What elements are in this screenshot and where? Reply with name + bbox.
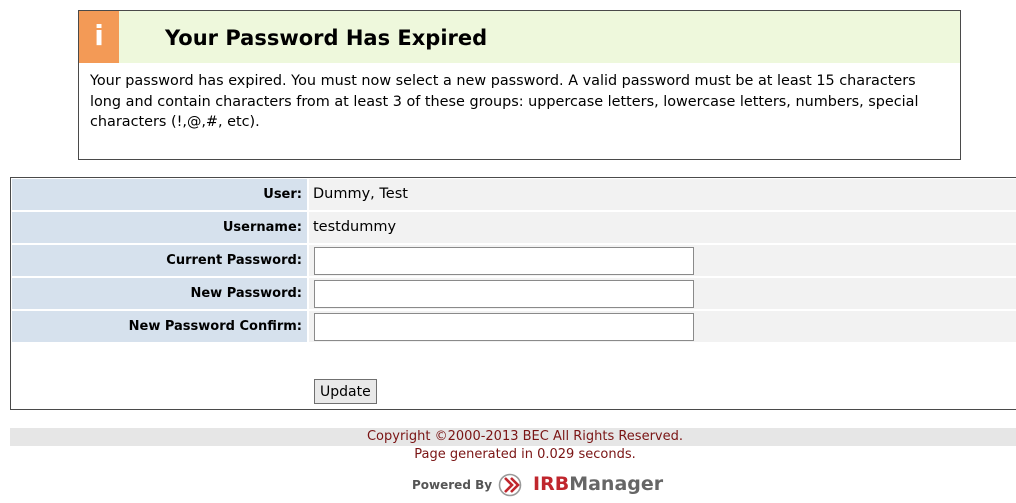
powered-by-badge: Powered By IRBManager — [400, 471, 663, 501]
user-row: User: Dummy, Test — [11, 179, 1016, 212]
brand-part-irb: IRB — [533, 473, 570, 495]
powered-by-label: Powered By — [412, 478, 493, 492]
irb-manager-logo-icon — [498, 473, 522, 497]
username-label-cell: Username: — [12, 212, 307, 243]
user-value-cell: Dummy, Test — [309, 179, 1016, 210]
current-password-label-cell: Current Password: — [12, 245, 307, 276]
user-label-cell: User: — [12, 179, 307, 210]
current-password-label: Current Password: — [166, 253, 302, 268]
confirm-password-input[interactable] — [314, 313, 694, 341]
confirm-password-row: New Password Confirm: — [11, 311, 1016, 344]
current-password-input[interactable] — [314, 247, 694, 275]
new-password-row: New Password: — [11, 278, 1016, 311]
notice-title: Your Password Has Expired — [165, 26, 488, 50]
username-label: Username: — [222, 220, 302, 235]
username-value: testdummy — [313, 219, 397, 235]
info-icon: i — [79, 11, 119, 63]
brand-part-manager: Manager — [569, 473, 664, 495]
username-value-cell: testdummy — [309, 212, 1016, 243]
change-password-form: User: Dummy, Test Username: testdummy Cu… — [10, 177, 1016, 410]
new-password-label: New Password: — [190, 286, 302, 301]
user-value: Dummy, Test — [313, 186, 408, 202]
notice-message: Your password has expired. You must now … — [90, 73, 919, 130]
username-row: Username: testdummy — [11, 212, 1016, 245]
confirm-password-label: New Password Confirm: — [128, 319, 302, 334]
password-expired-notice: i Your Password Has Expired Your passwor… — [78, 10, 961, 160]
notice-header: i Your Password Has Expired — [79, 11, 960, 63]
new-password-label-cell: New Password: — [12, 278, 307, 309]
button-row: Update — [309, 377, 709, 407]
copyright-text: Copyright ©2000-2013 BEC All Rights Rese… — [366, 429, 683, 444]
confirm-password-label-cell: New Password Confirm: — [12, 311, 307, 342]
new-password-value-cell — [309, 278, 1016, 309]
current-password-row: Current Password: — [11, 245, 1016, 278]
confirm-password-value-cell — [309, 311, 1016, 342]
new-password-input[interactable] — [314, 280, 694, 308]
user-label: User: — [263, 187, 302, 202]
current-password-value-cell — [309, 245, 1016, 276]
page-generated-text: Page generated in 0.029 seconds. — [414, 447, 636, 462]
update-button[interactable]: Update — [314, 379, 377, 404]
irb-manager-wordmark: IRBManager — [533, 472, 663, 496]
